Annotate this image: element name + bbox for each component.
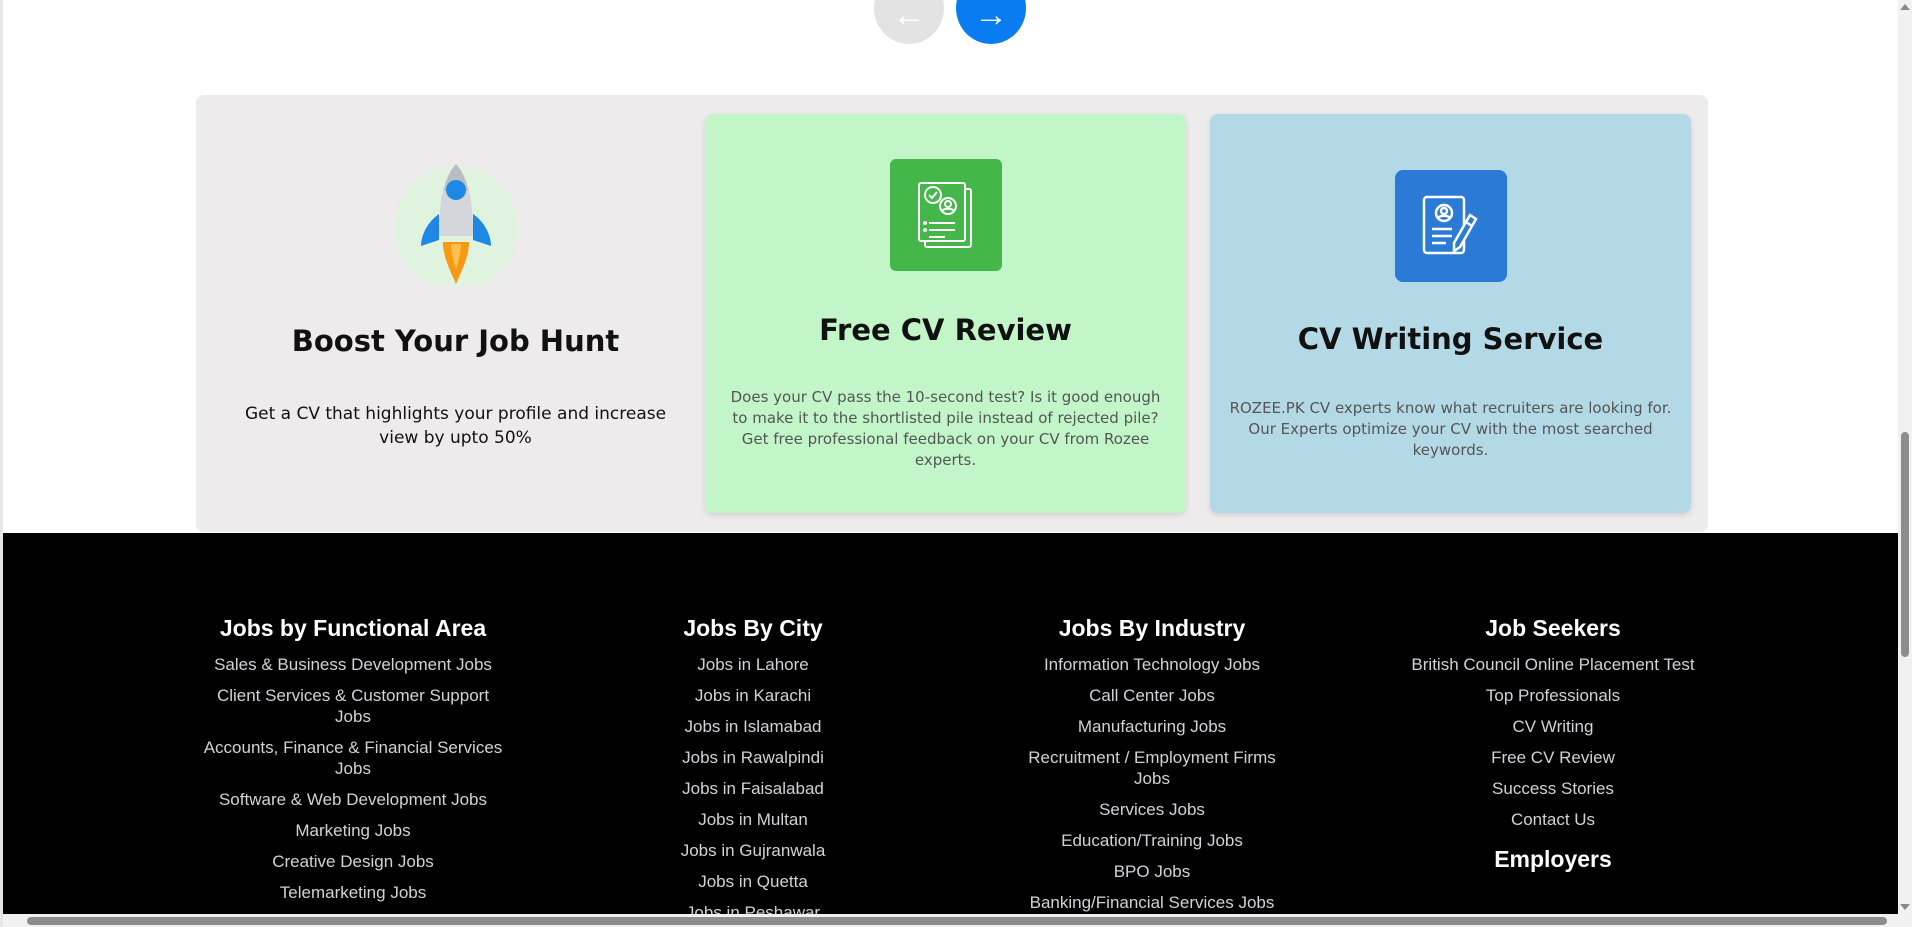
carousel-next-button[interactable]: → xyxy=(956,0,1026,44)
footer-link[interactable]: Jobs in Gujranwala xyxy=(633,840,873,861)
boost-job-hunt-card[interactable]: Boost Your Job Hunt Get a CV that highli… xyxy=(215,114,696,513)
footer-link[interactable]: Jobs in Faisalabad xyxy=(633,778,873,799)
arrow-right-icon: → xyxy=(974,0,1008,34)
carousel-prev-button[interactable]: ← xyxy=(874,0,944,44)
cv-writing-service-card[interactable]: CV Writing Service ROZEE.PK CV experts k… xyxy=(1210,114,1691,513)
scroll-up-icon[interactable] xyxy=(1900,4,1910,10)
horizontal-scroll-thumb[interactable] xyxy=(27,917,1887,925)
footer-link[interactable]: Accounts, Finance & Financial Services J… xyxy=(203,737,503,779)
footer-link[interactable]: Top Professionals xyxy=(1393,685,1713,706)
free-cv-review-card[interactable]: Free CV Review Does your CV pass the 10-… xyxy=(705,114,1186,513)
services-promo-section: Boost Your Job Hunt Get a CV that highli… xyxy=(196,95,1708,532)
card-description: ROZEE.PK CV experts know what recruiters… xyxy=(1229,399,1672,459)
vertical-scroll-thumb[interactable] xyxy=(1901,432,1909,657)
footer-employers-title: Employers xyxy=(1494,846,1612,872)
footer-link[interactable]: Jobs in Rawalpindi xyxy=(633,747,873,768)
footer-link[interactable]: Success Stories xyxy=(1393,778,1713,799)
footer-link[interactable]: Manufacturing Jobs xyxy=(1012,716,1292,737)
scroll-down-icon[interactable] xyxy=(1900,904,1910,910)
card-description: Get a CV that highlights your profile an… xyxy=(244,404,667,448)
horizontal-scrollbar[interactable] xyxy=(3,914,1912,927)
footer-link[interactable]: Call Center Jobs xyxy=(1012,685,1292,706)
page: ← → Boost Your Job Hunt Get a CV that hi… xyxy=(3,0,1901,914)
footer-link[interactable]: Jobs in Quetta xyxy=(633,871,873,892)
footer-functional-area-column: Jobs by Functional Area Sales & Business… xyxy=(203,615,503,913)
footer-link[interactable]: Telemarketing Jobs xyxy=(203,882,503,903)
footer-column-title: Jobs by Functional Area xyxy=(219,615,487,641)
footer-link[interactable]: Client Services & Customer Support Jobs xyxy=(203,685,503,727)
footer-column-title: Job Seekers xyxy=(1485,615,1621,641)
footer-link[interactable]: Jobs in Multan xyxy=(633,809,873,830)
footer-industry-column: Jobs By Industry Information Technology … xyxy=(1012,615,1292,914)
footer-link[interactable]: Education/Training Jobs xyxy=(1012,830,1292,851)
footer-link[interactable]: Software & Web Development Jobs xyxy=(203,789,503,810)
footer-city-column: Jobs By City Jobs in Lahore Jobs in Kara… xyxy=(633,615,873,914)
footer-link[interactable]: Banking/Financial Services Jobs xyxy=(1012,892,1292,913)
footer-link[interactable]: British Council Online Placement Test xyxy=(1393,654,1713,675)
cv-writing-icon xyxy=(1394,170,1507,282)
footer-link[interactable]: Jobs in Karachi xyxy=(633,685,873,706)
footer-column-title: Jobs By Industry xyxy=(1058,615,1246,641)
rocket-icon xyxy=(391,156,521,290)
cv-review-icon xyxy=(889,159,1002,271)
site-footer: Jobs by Functional Area Sales & Business… xyxy=(3,533,1901,914)
footer-link[interactable]: Free CV Review xyxy=(1393,747,1713,768)
footer-job-seekers-column: Job Seekers British Council Online Place… xyxy=(1393,615,1713,885)
footer-link[interactable]: Jobs in Islamabad xyxy=(633,716,873,737)
footer-link[interactable]: Services Jobs xyxy=(1012,799,1292,820)
footer-link[interactable]: Marketing Jobs xyxy=(203,820,503,841)
footer-column-title: Jobs By City xyxy=(683,615,823,641)
footer-link[interactable]: Sales & Business Development Jobs xyxy=(203,654,503,675)
card-title: CV Writing Service xyxy=(1297,322,1604,356)
footer-link[interactable]: Contact Us xyxy=(1393,809,1713,830)
arrow-left-icon: ← xyxy=(892,0,926,34)
footer-link[interactable]: Jobs in Peshawar xyxy=(633,902,873,914)
footer-link[interactable]: CV Writing xyxy=(1393,716,1713,737)
footer-link[interactable]: Creative Design Jobs xyxy=(203,851,503,872)
footer-link[interactable]: Information Technology Jobs xyxy=(1012,654,1292,675)
footer-link[interactable]: Recruitment / Employment Firms Jobs xyxy=(1012,747,1292,789)
footer-link[interactable]: BPO Jobs xyxy=(1012,861,1292,882)
card-title: Boost Your Job Hunt xyxy=(291,324,620,358)
footer-link[interactable]: Jobs in Lahore xyxy=(633,654,873,675)
card-description: Does your CV pass the 10-second test? Is… xyxy=(730,388,1161,469)
card-title: Free CV Review xyxy=(819,313,1072,347)
vertical-scrollbar[interactable] xyxy=(1898,0,1912,914)
